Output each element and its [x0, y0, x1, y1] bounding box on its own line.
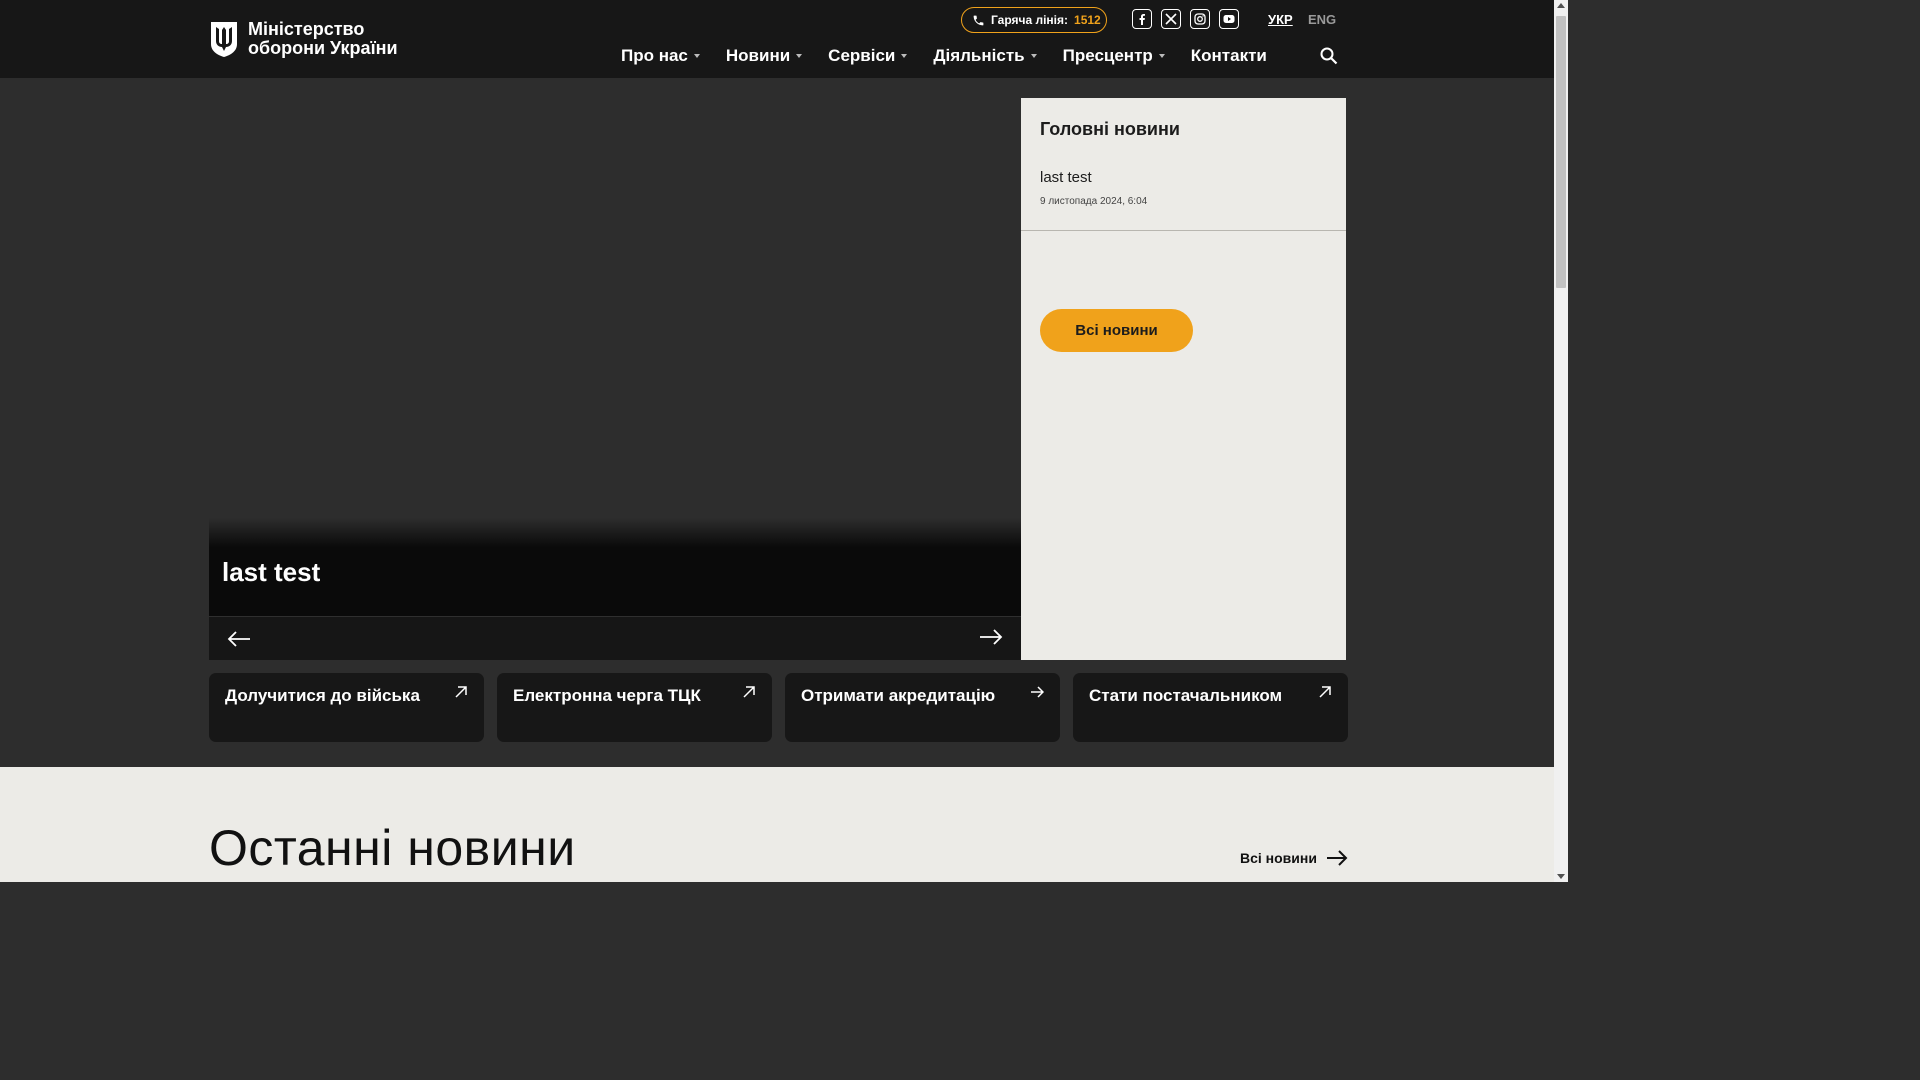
arrow-left-icon[interactable]: [227, 629, 251, 649]
slider-controls: [209, 616, 1021, 660]
youtube-icon[interactable]: [1219, 9, 1239, 29]
nav-item-label: Контакти: [1190, 46, 1267, 65]
hotline-badge[interactable]: Гаряча лінія: 1512: [961, 7, 1107, 33]
nav-item-activity[interactable]: Діяльність: [933, 46, 1037, 66]
top-news-item-date: 9 листопада 2024, 6:04: [1040, 196, 1148, 207]
scroll-up-icon[interactable]: [1557, 3, 1565, 8]
search-icon[interactable]: [1320, 47, 1338, 65]
divider: [1021, 230, 1346, 231]
nav-item-label: Пресцентр: [1062, 46, 1153, 65]
logo-text: Міністерство оборони України: [248, 20, 398, 58]
lang-ukr-link[interactable]: УКР: [1268, 12, 1293, 27]
chevron-down-icon: [1030, 54, 1037, 58]
latest-news-heading: Останні новини: [209, 820, 576, 876]
all-news-button[interactable]: Всі новини: [1040, 309, 1193, 352]
nav-item-label: Сервіси: [828, 46, 896, 65]
logo-line-1: Міністерство: [248, 19, 365, 39]
arrow-up-right-icon: [455, 686, 467, 698]
action-card-supplier[interactable]: Стати постачальником: [1073, 673, 1348, 742]
nav-item-services[interactable]: Сервіси: [828, 46, 908, 66]
instagram-icon[interactable]: [1190, 9, 1210, 29]
facebook-icon[interactable]: [1132, 9, 1152, 29]
nav-item-contacts[interactable]: Контакти: [1191, 46, 1267, 66]
action-card-join-army[interactable]: Долучитися до війська: [209, 673, 484, 742]
nav-item-label: Новини: [725, 46, 791, 65]
latest-news-section: Останні новини Всі новини: [0, 767, 1554, 882]
chevron-down-icon: [901, 54, 908, 58]
phone-icon: [973, 15, 984, 25]
arrow-right-icon: [1031, 686, 1044, 698]
top-news-panel: Головні новини last test 9 листопада 202…: [1021, 98, 1346, 660]
hotline-label: Гаряча лінія:: [991, 13, 1069, 27]
trident-shield-icon: [211, 22, 237, 57]
arrow-up-right-icon: [1319, 686, 1331, 698]
latest-all-news-link[interactable]: Всі новини: [1240, 849, 1348, 867]
nav-item-news[interactable]: Новини: [725, 46, 803, 66]
nav-item-press[interactable]: Пресцентр: [1063, 46, 1165, 66]
action-card-label: Електронна черга ТЦК: [513, 686, 701, 705]
top-news-item-title[interactable]: last test: [1040, 169, 1092, 186]
quick-actions: Долучитися до війська Електронна черга Т…: [209, 673, 1348, 742]
action-card-accreditation[interactable]: Отримати акредитацію: [785, 673, 1060, 742]
scrollbar[interactable]: [1554, 0, 1568, 882]
arrow-right-icon[interactable]: [979, 627, 1003, 647]
hotline-number: 1512: [1074, 13, 1101, 27]
site-logo[interactable]: Міністерство оборони України: [209, 20, 398, 58]
hero-title[interactable]: last test: [222, 557, 320, 588]
lang-eng-link[interactable]: ENG: [1308, 12, 1336, 27]
action-card-label: Долучитися до війська: [225, 686, 420, 705]
arrow-up-right-icon: [743, 686, 755, 698]
chevron-down-icon: [796, 54, 803, 58]
latest-all-news-label: Всі новини: [1240, 850, 1317, 866]
logo-line-2: оборони України: [248, 38, 398, 58]
chevron-down-icon: [1158, 54, 1165, 58]
main-nav: Про нас Новини Сервіси Діяльність Пресце…: [621, 46, 1293, 66]
nav-item-label: Про нас: [621, 46, 688, 65]
arrow-right-icon: [1326, 850, 1348, 866]
scrollbar-thumb[interactable]: [1556, 16, 1566, 288]
scroll-down-icon[interactable]: [1557, 874, 1565, 879]
chevron-down-icon: [693, 54, 700, 58]
action-card-label: Отримати акредитацію: [801, 686, 996, 705]
nav-item-label: Діяльність: [933, 46, 1025, 65]
site-header: Міністерство оборони України Гаряча ліні…: [0, 0, 1554, 78]
action-card-label: Стати постачальником: [1089, 686, 1283, 705]
social-links: [1132, 9, 1239, 29]
action-card-tck-queue[interactable]: Електронна черга ТЦК: [497, 673, 772, 742]
hero-slider[interactable]: last test: [209, 98, 1021, 660]
x-icon[interactable]: [1161, 9, 1181, 29]
hero-caption-overlay: [209, 518, 1021, 616]
top-news-heading: Головні новини: [1040, 119, 1180, 139]
nav-item-about[interactable]: Про нас: [621, 46, 700, 66]
